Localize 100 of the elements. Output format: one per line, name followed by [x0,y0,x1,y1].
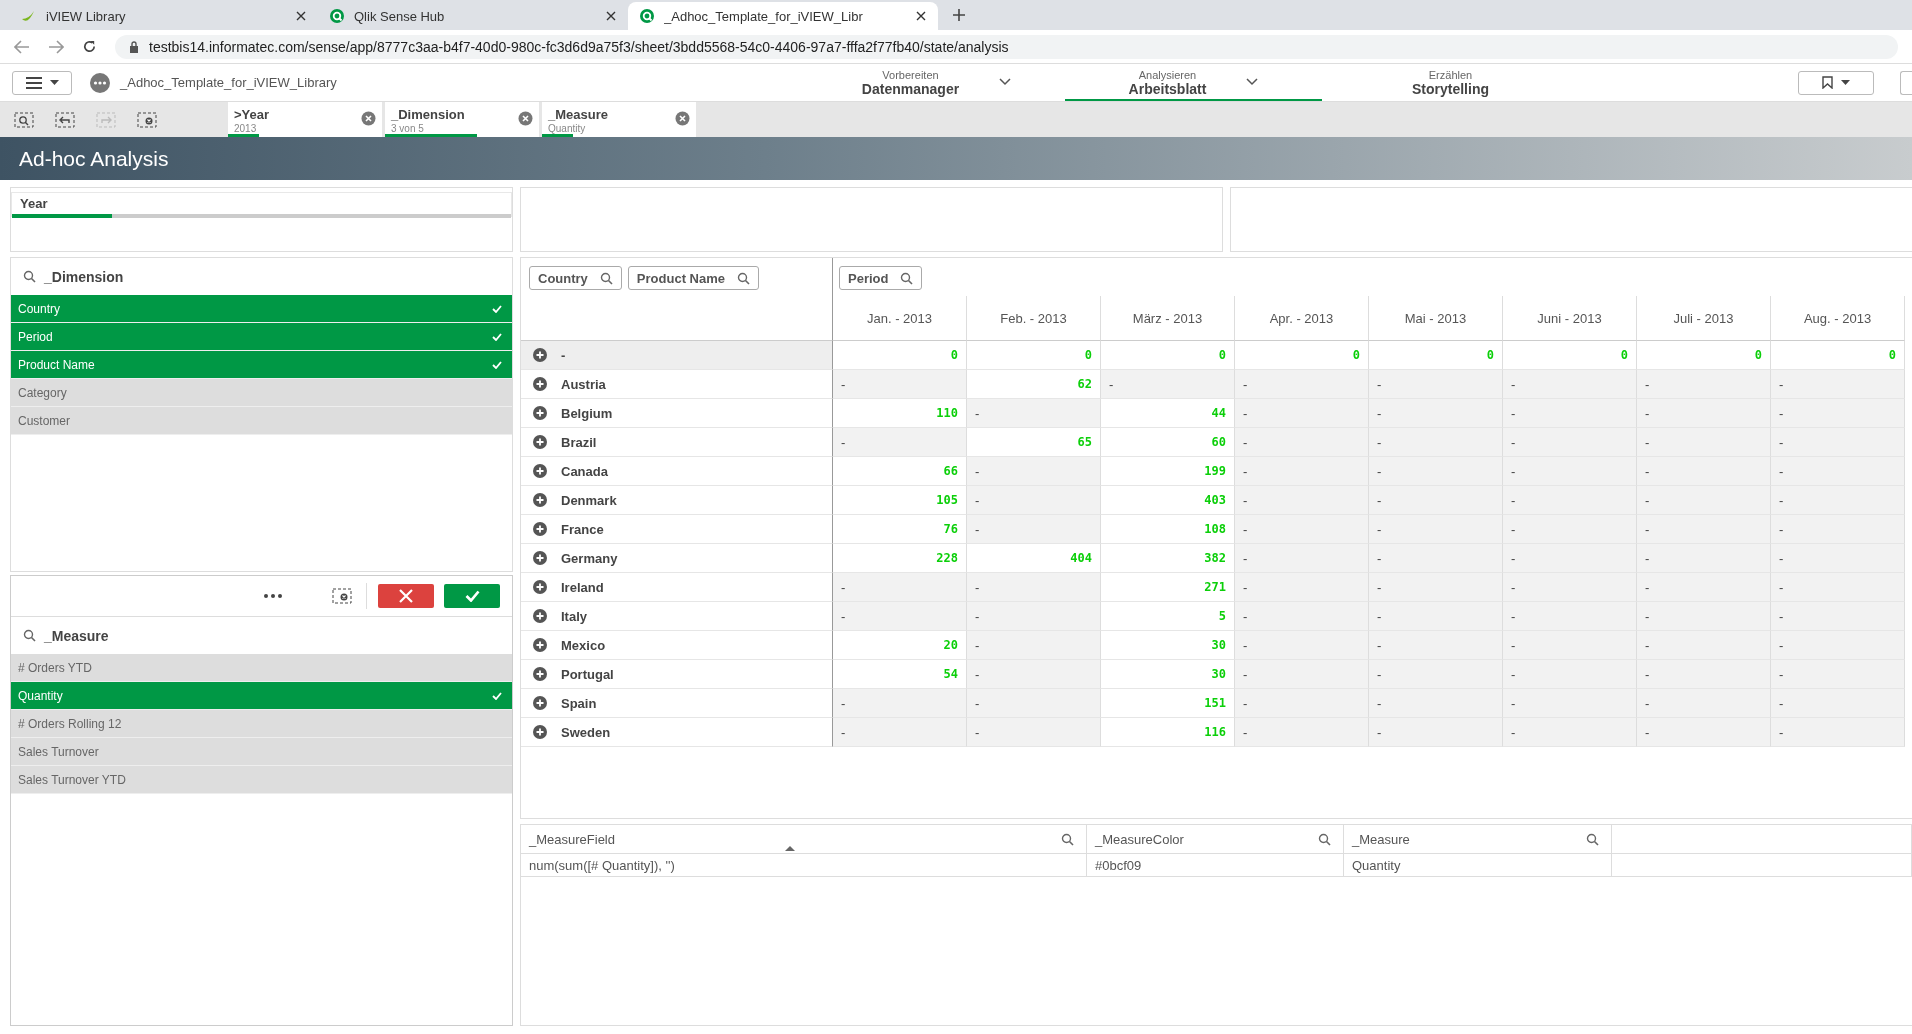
address-bar[interactable]: testbis14.informatec.com/sense/app/8777c3aa-b4f7-40d0-980c-fc3d6d9a75f3/sheet/3bdd5568-54c0-4406-97a7-fffa2f77fb40/state/analysis [115,34,1898,59]
row-header[interactable]: France [521,515,833,544]
list-item[interactable]: Quantity [11,682,512,710]
list-item[interactable]: # Orders YTD [11,654,512,682]
table-cell: 20 [833,631,967,660]
bookmark-button[interactable] [1798,70,1874,95]
back-arrow-icon[interactable] [14,39,30,54]
browser-tab[interactable]: Qlik Sense Hub [318,2,628,30]
more-icon[interactable] [90,72,110,93]
column-header[interactable]: _Measure [1352,831,1410,847]
expand-icon[interactable] [533,580,547,594]
new-tab-icon[interactable] [952,8,966,22]
search-icon[interactable] [23,270,36,283]
clear-selections-icon[interactable] [137,111,157,128]
expand-icon[interactable] [533,406,547,420]
chevron-down-icon[interactable] [1246,77,1259,86]
list-item[interactable]: Category [11,379,512,407]
menu-button[interactable] [12,70,72,95]
table-cell: - [1637,602,1771,631]
table-cell: 105 [833,486,967,515]
table-cell: - [1637,689,1771,718]
column-header[interactable]: _MeasureField [529,831,615,847]
clear-icon[interactable] [675,111,690,126]
row-header[interactable]: Sweden [521,718,833,747]
table-cell: - [1637,370,1771,399]
menu-icon [25,76,42,89]
search-icon[interactable] [1061,832,1074,846]
expand-icon[interactable] [533,638,547,652]
step-back-icon[interactable] [55,111,75,128]
list-item[interactable]: Customer [11,407,512,435]
nav-tab[interactable]: Vorbereiten Datenmanager [808,64,1065,101]
selection-chip[interactable]: >Year 2013 [228,102,382,137]
list-item[interactable]: Sales Turnover YTD [11,766,512,794]
expand-icon[interactable] [533,522,547,536]
table-cell: 110 [833,399,967,428]
sort-ascending-icon[interactable] [785,846,795,851]
list-item[interactable]: # Orders Rolling 12 [11,710,512,738]
selection-search-icon[interactable] [14,111,34,128]
sheet-title: Ad-hoc Analysis [19,146,169,171]
selection-chip[interactable]: _Dimension 3 von 5 [385,102,539,137]
row-header[interactable]: Mexico [521,631,833,660]
table-cell: - [967,631,1101,660]
close-icon[interactable] [296,11,306,21]
row-header[interactable]: Portugal [521,660,833,689]
confirm-button[interactable] [444,584,500,608]
row-header[interactable]: Denmark [521,486,833,515]
list-item[interactable]: Product Name [11,351,512,379]
forward-arrow-icon[interactable] [48,39,64,54]
expand-icon[interactable] [533,377,547,391]
clear-selection-icon[interactable] [332,588,352,604]
clear-icon[interactable] [518,111,533,126]
search-icon[interactable] [599,271,613,285]
expand-icon[interactable] [533,435,547,449]
reload-icon[interactable] [82,39,97,54]
table-cell: - [1235,457,1369,486]
table-cell: - [1369,428,1503,457]
row-header[interactable]: Brazil [521,428,833,457]
year-filter-tab[interactable]: Year [11,192,512,217]
dimension-chip[interactable]: Period [839,266,923,290]
cancel-button[interactable] [378,584,434,608]
search-icon[interactable] [1586,832,1599,846]
search-icon[interactable] [23,629,36,642]
check-icon [492,304,502,313]
search-icon[interactable] [900,271,914,285]
table-cell: 62 [967,370,1101,399]
expand-icon[interactable] [533,348,547,362]
row-header[interactable]: - [521,341,833,370]
dimension-chip[interactable]: Country [529,266,622,290]
row-header[interactable]: Germany [521,544,833,573]
selection-chip[interactable]: _Measure Quantity [542,102,696,137]
search-icon[interactable] [737,271,750,285]
row-header[interactable]: Belgium [521,399,833,428]
browser-tab[interactable]: iVIEW Library [8,2,318,30]
row-header[interactable]: Canada [521,457,833,486]
clear-icon[interactable] [361,111,376,126]
close-icon[interactable] [916,11,926,21]
expand-icon[interactable] [533,551,547,565]
expand-icon[interactable] [533,609,547,623]
expand-icon[interactable] [533,667,547,681]
more-icon[interactable] [264,594,282,598]
nav-tab[interactable]: Erzählen Storytelling [1322,64,1579,101]
list-item[interactable]: Period [11,323,512,351]
expand-icon[interactable] [533,464,547,478]
row-header[interactable]: Italy [521,602,833,631]
dimension-chip[interactable]: Product Name [627,266,759,290]
row-header[interactable]: Ireland [521,573,833,602]
list-title: _Measure [44,627,109,644]
chevron-down-icon[interactable] [999,77,1012,86]
search-icon[interactable] [1318,832,1331,846]
column-header[interactable]: _MeasureColor [1095,831,1184,847]
expand-icon[interactable] [533,725,547,739]
expand-icon[interactable] [533,696,547,710]
expand-icon[interactable] [533,493,547,507]
close-icon[interactable] [606,11,616,21]
table-cell: 0 [1503,341,1637,370]
list-item[interactable]: Sales Turnover [11,738,512,766]
list-item[interactable]: Country [11,295,512,323]
row-header[interactable]: Austria [521,370,833,399]
browser-tab[interactable]: _Adhoc_Template_for_iVIEW_Libr [628,2,938,30]
row-header[interactable]: Spain [521,689,833,718]
